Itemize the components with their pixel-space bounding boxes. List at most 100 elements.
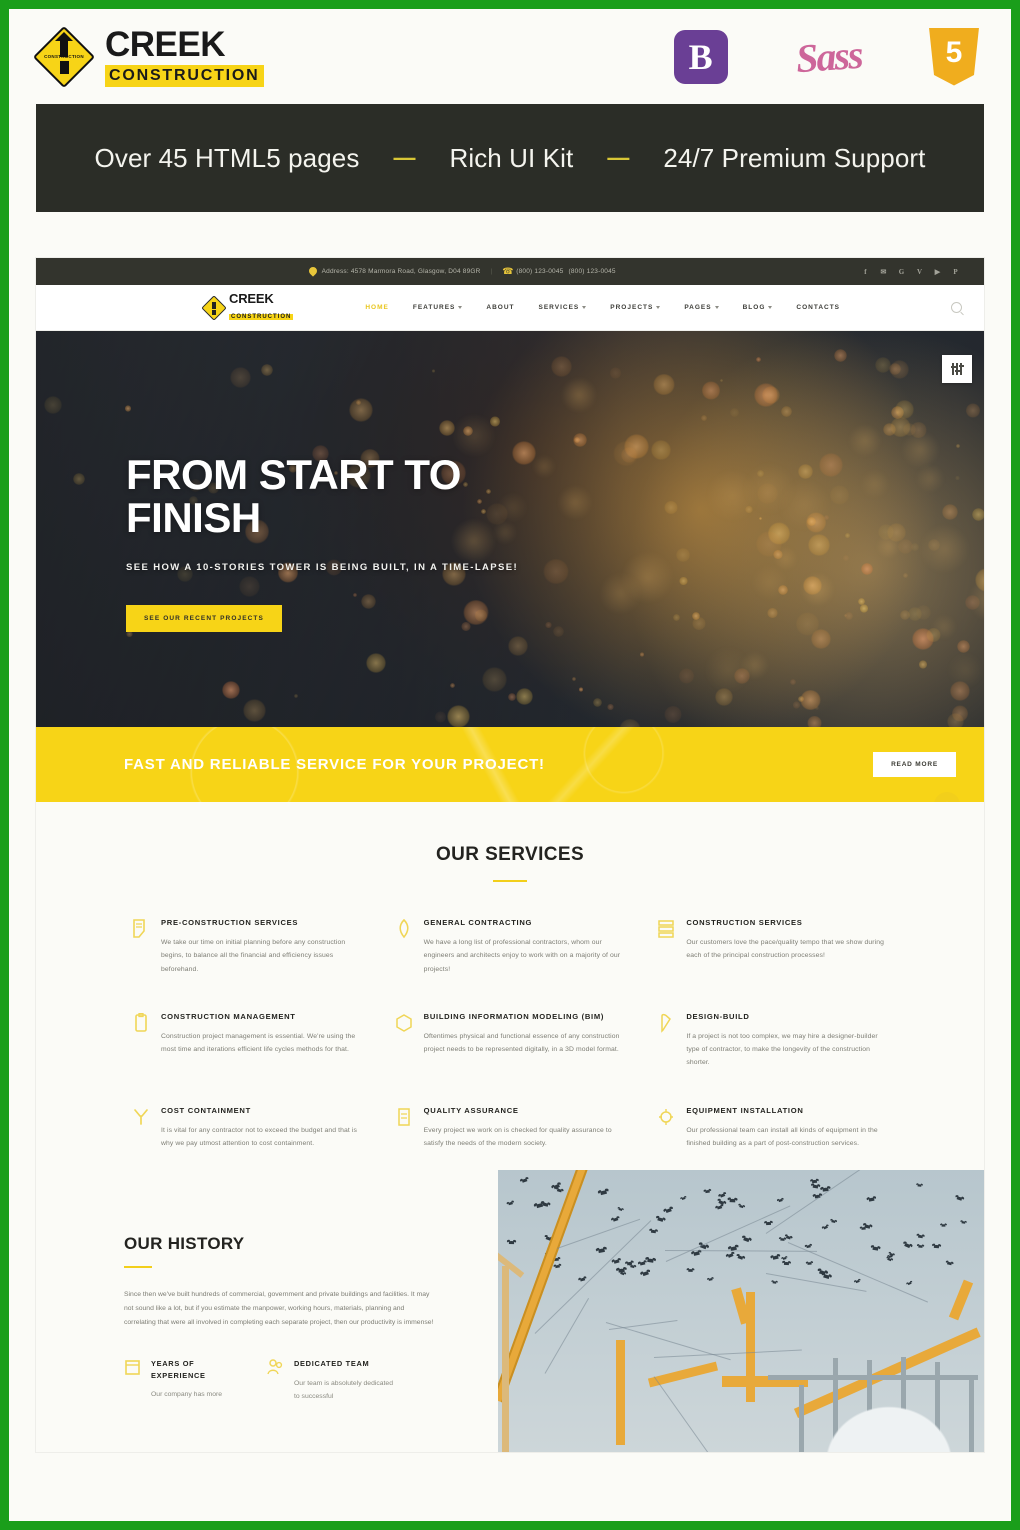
- team-icon: [267, 1358, 284, 1376]
- services-section: OUR SERVICES PRE-CONSTRUCTION SERVICES W…: [36, 802, 984, 1184]
- vimeo-icon[interactable]: V: [915, 267, 924, 276]
- nav-label: CONTACTS: [796, 304, 840, 311]
- phone-icon: ☎: [502, 267, 511, 276]
- bootstrap-badge-icon: B: [674, 30, 728, 84]
- service-card-cost-containment[interactable]: COST CONTAINMENT It is vital for any con…: [132, 1106, 367, 1151]
- hero-cta-button[interactable]: SEE OUR RECENT PROJECTS: [126, 605, 282, 632]
- history-text-column: OUR HISTORY Since then we've built hundr…: [36, 1184, 456, 1403]
- service-title: COST CONTAINMENT: [161, 1106, 366, 1115]
- service-title: DESIGN-BUILD: [686, 1012, 891, 1021]
- service-text: Every project we work on is checked for …: [424, 1124, 629, 1151]
- service-card-construction-management[interactable]: CONSTRUCTION MANAGEMENT Construction pro…: [132, 1012, 367, 1070]
- service-title: CONSTRUCTION SERVICES: [686, 918, 891, 927]
- hero-title: FROM START TO FINISH: [126, 453, 466, 540]
- pinterest-icon[interactable]: P: [951, 267, 960, 276]
- clipboard-icon: [132, 1013, 150, 1033]
- history-feature-text: Our company has more: [151, 1388, 229, 1401]
- service-title: CONSTRUCTION MANAGEMENT: [161, 1012, 366, 1021]
- topbar-separator: |: [491, 268, 493, 275]
- history-paragraph: Since then we've built hundreds of comme…: [124, 1288, 436, 1330]
- search-icon[interactable]: [951, 302, 962, 313]
- navbar-logo-name: CREEK: [229, 292, 293, 305]
- settings-sliders-icon[interactable]: [942, 355, 972, 383]
- service-text: Oftentimes physical and functional essen…: [424, 1030, 629, 1057]
- youtube-icon[interactable]: ▶: [933, 267, 942, 276]
- brand-name: CREEK: [105, 27, 264, 62]
- website-preview: Address: 4578 Marmora Road, Glasgow, D04…: [36, 258, 984, 1452]
- nav-item-services[interactable]: SERVICES: [539, 304, 587, 311]
- promo-feature-pages: Over 45 HTML5 pages: [95, 143, 360, 174]
- services-title: OUR SERVICES: [36, 844, 984, 866]
- service-text: If a project is not too complex, we may …: [686, 1030, 891, 1070]
- navbar-sign-icon: [203, 297, 225, 319]
- phone-block[interactable]: ☎ (800) 123-0045 (800) 123-0045: [502, 267, 616, 276]
- nav-label: ABOUT: [486, 304, 514, 311]
- history-title-rule: [124, 1266, 152, 1268]
- service-card-design-build[interactable]: DESIGN-BUILD If a project is not too com…: [657, 1012, 892, 1070]
- checklist-icon: [395, 1107, 413, 1127]
- nav-item-home[interactable]: HOME: [365, 304, 389, 311]
- nav-label: PAGES: [684, 304, 711, 311]
- gear-install-icon: [657, 1107, 675, 1127]
- phone-number-1[interactable]: (800) 123-0045: [516, 268, 563, 275]
- address-text: Address: 4578 Marmora Road, Glasgow, D04…: [322, 268, 481, 275]
- hero-section: FROM START TO FINISH SEE HOW A 10-STORIE…: [36, 331, 984, 727]
- twitter-icon[interactable]: ✉: [879, 267, 888, 276]
- nav-item-about[interactable]: ABOUT: [486, 304, 514, 311]
- nav-label: HOME: [365, 304, 389, 311]
- nav-label: BLOG: [743, 304, 766, 311]
- nav-item-contacts[interactable]: CONTACTS: [796, 304, 840, 311]
- history-title: OUR HISTORY: [124, 1234, 456, 1254]
- brand-wordmark: CREEK CONSTRUCTION: [105, 27, 264, 87]
- google-plus-icon[interactable]: G: [897, 267, 906, 276]
- service-card-bim[interactable]: BUILDING INFORMATION MODELING (BIM) Ofte…: [395, 1012, 630, 1070]
- service-card-quality-assurance[interactable]: QUALITY ASSURANCE Every project we work …: [395, 1106, 630, 1151]
- location-pin-icon: [309, 267, 317, 276]
- nav-item-pages[interactable]: PAGES: [684, 304, 718, 311]
- service-card-general-contracting[interactable]: GENERAL CONTRACTING We have a long list …: [395, 918, 630, 976]
- service-card-construction-services[interactable]: CONSTRUCTION SERVICES Our customers love…: [657, 918, 892, 976]
- service-text: We have a long list of professional cont…: [424, 936, 629, 976]
- tech-badge-row: B Sass 5: [674, 28, 991, 86]
- chevron-down-icon: [656, 306, 660, 309]
- scroll-to-top-button[interactable]: ↑: [934, 792, 960, 802]
- phone-number-2[interactable]: (800) 123-0045: [569, 268, 616, 275]
- read-more-button[interactable]: READ MORE: [873, 752, 956, 777]
- service-title: BUILDING INFORMATION MODELING (BIM): [424, 1012, 629, 1021]
- services-title-rule: [493, 880, 527, 882]
- model-icon: [395, 1013, 413, 1033]
- brand-subtitle: CONSTRUCTION: [105, 65, 264, 87]
- navbar-menu: HOME FEATURES ABOUT SERVICES PROJECTS PA…: [365, 304, 840, 311]
- history-feature-title: DEDICATED TEAM: [294, 1358, 372, 1370]
- history-feature-text: Our team is absolutely dedicated to succ…: [294, 1377, 394, 1404]
- history-section: OUR HISTORY Since then we've built hundr…: [36, 1184, 984, 1452]
- history-feature-team[interactable]: DEDICATED TEAM Our team is absolutely de…: [267, 1358, 394, 1403]
- service-text: Our customers love the pace/quality temp…: [686, 936, 891, 963]
- promo-header: CONSTRUCTION CREEK CONSTRUCTION B Sass 5: [9, 9, 1011, 104]
- history-feature-title: YEARS OF EXPERIENCE: [151, 1358, 229, 1382]
- nav-item-projects[interactable]: PROJECTS: [610, 304, 660, 311]
- service-text: Our professional team can install all ki…: [686, 1124, 891, 1151]
- service-card-pre-construction[interactable]: PRE-CONSTRUCTION SERVICES We take our ti…: [132, 918, 367, 976]
- service-title: PRE-CONSTRUCTION SERVICES: [161, 918, 366, 927]
- service-text: Construction project management is essen…: [161, 1030, 366, 1057]
- promo-feature-support: 24/7 Premium Support: [663, 143, 925, 174]
- facebook-icon[interactable]: f: [861, 267, 870, 276]
- hero-subtitle: SEE HOW A 10-STORIES TOWER IS BEING BUIL…: [126, 562, 518, 573]
- trowel-icon: [395, 919, 413, 939]
- construction-sign-icon: CONSTRUCTION: [36, 29, 92, 85]
- history-feature-years[interactable]: YEARS OF EXPERIENCE Our company has more: [124, 1358, 229, 1403]
- promo-dash-2: —: [607, 145, 629, 171]
- service-card-equipment-installation[interactable]: EQUIPMENT INSTALLATION Our professional …: [657, 1106, 892, 1151]
- nav-label: PROJECTS: [610, 304, 653, 311]
- promo-banner: Over 45 HTML5 pages — Rich UI Kit — 24/7…: [36, 104, 984, 212]
- navbar-logo-sub: CONSTRUCTION: [229, 314, 293, 320]
- nav-label: SERVICES: [539, 304, 580, 311]
- navbar-logo[interactable]: CREEK CONSTRUCTION: [203, 292, 293, 323]
- calendar-icon: [124, 1358, 141, 1376]
- cta-headline: FAST AND RELIABLE SERVICE FOR YOUR PROJE…: [124, 756, 545, 773]
- cta-bar: FAST AND RELIABLE SERVICE FOR YOUR PROJE…: [36, 727, 984, 802]
- service-title: QUALITY ASSURANCE: [424, 1106, 629, 1115]
- nav-item-features[interactable]: FEATURES: [413, 304, 463, 311]
- nav-item-blog[interactable]: BLOG: [743, 304, 773, 311]
